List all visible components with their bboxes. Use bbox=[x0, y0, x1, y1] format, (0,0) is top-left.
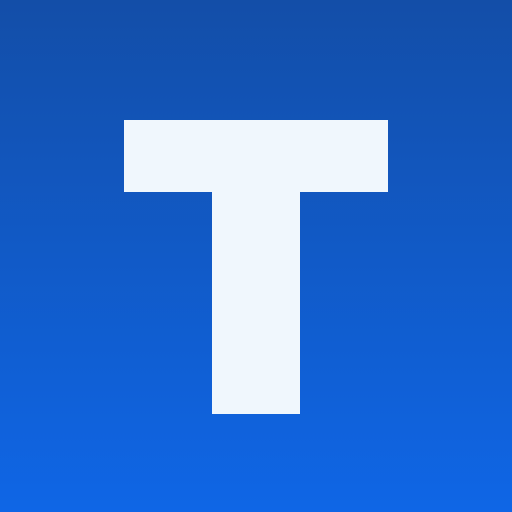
letter-t-logo-icon bbox=[124, 120, 388, 414]
app-icon bbox=[0, 0, 512, 512]
t-logo-stem bbox=[212, 190, 300, 414]
t-logo-crossbar bbox=[124, 120, 388, 192]
